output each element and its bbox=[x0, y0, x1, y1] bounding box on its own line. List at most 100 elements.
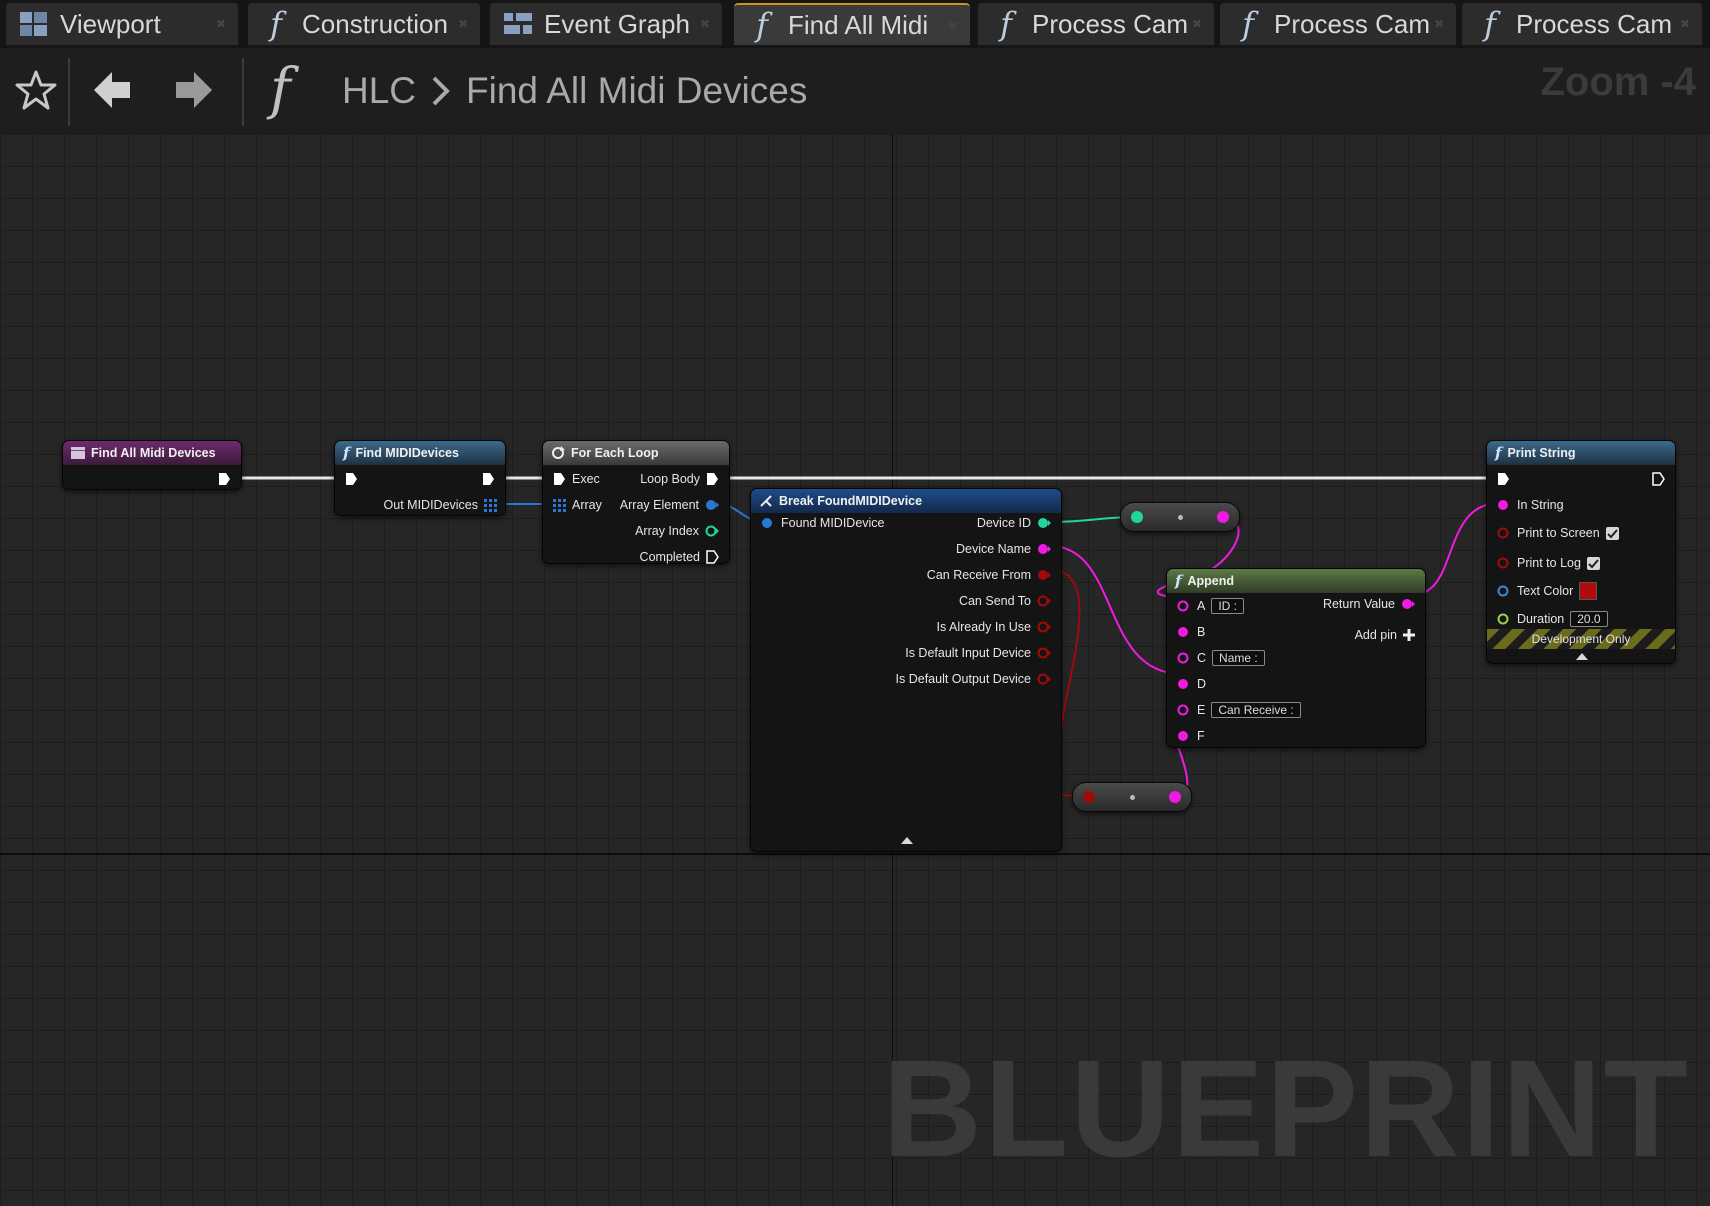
add-pin-button[interactable]: Add pin bbox=[1355, 627, 1415, 643]
exec-in-pin[interactable] bbox=[1497, 471, 1510, 487]
blueprint-graph-canvas[interactable]: BLUEPRINT Find All Midi Devices f Find M… bbox=[0, 134, 1710, 1206]
node-for-each-loop[interactable]: For Each Loop Exec Array Loop Body Array… bbox=[542, 440, 730, 564]
pin-label: Completed bbox=[639, 550, 700, 564]
text-color-swatch[interactable] bbox=[1579, 582, 1598, 600]
text-color-pin[interactable]: Text Color bbox=[1497, 582, 1598, 600]
node-function-entry[interactable]: Find All Midi Devices bbox=[62, 440, 242, 490]
node-title: Find MIDIDevices bbox=[355, 446, 459, 460]
close-icon[interactable]: ✖ bbox=[1434, 17, 1444, 31]
node-header[interactable]: f Print String bbox=[1487, 441, 1675, 465]
chevron-right-icon bbox=[432, 76, 450, 106]
is-default-input-device-pin[interactable]: Is Default Input Device bbox=[905, 645, 1051, 661]
node-append[interactable]: f Append A ID : B C Name : D E Can Recei… bbox=[1166, 568, 1426, 748]
array-index-pin[interactable]: Array Index bbox=[635, 523, 719, 539]
expand-pins-arrow-icon[interactable] bbox=[1576, 653, 1588, 660]
array-element-pin[interactable]: Array Element bbox=[620, 497, 719, 513]
print-to-log-checkbox[interactable] bbox=[1586, 556, 1600, 570]
function-icon: f bbox=[1242, 5, 1254, 43]
print-to-screen-checkbox[interactable] bbox=[1605, 526, 1619, 540]
append-e-value-field[interactable]: Can Receive : bbox=[1211, 702, 1301, 718]
pin-label: D bbox=[1197, 677, 1207, 691]
out-midi-devices-pin[interactable]: Out MIDIDevices bbox=[384, 497, 497, 513]
append-pin-a[interactable]: A ID : bbox=[1177, 598, 1245, 614]
pin-label: Array bbox=[572, 498, 602, 512]
print-to-screen-pin[interactable]: Print to Screen bbox=[1497, 525, 1619, 541]
array-in-pin[interactable]: Array bbox=[553, 497, 602, 513]
boolean-pin-icon[interactable] bbox=[1083, 791, 1095, 803]
back-arrow-icon[interactable] bbox=[92, 68, 132, 112]
graph-toolbar: f HLC Find All Midi Devices Zoom -4 bbox=[0, 48, 1710, 134]
append-c-value-field[interactable]: Name : bbox=[1212, 650, 1265, 666]
string-pin-icon[interactable] bbox=[1217, 511, 1229, 523]
pin-label: Out MIDIDevices bbox=[383, 498, 478, 512]
node-break-found-midi-device[interactable]: Break FoundMIDIDevice Found MIDIDevice D… bbox=[750, 488, 1062, 852]
function-icon: f bbox=[1000, 5, 1012, 43]
append-pin-c[interactable]: C Name : bbox=[1177, 650, 1265, 666]
star-icon[interactable] bbox=[14, 68, 58, 112]
exec-out-pin[interactable] bbox=[218, 471, 231, 487]
array-pin-icon bbox=[553, 498, 566, 512]
append-pin-f[interactable]: F bbox=[1177, 728, 1205, 744]
exec-out-pin[interactable] bbox=[482, 471, 495, 487]
collapse-pins-arrow-icon[interactable] bbox=[901, 837, 913, 844]
checkmark-icon bbox=[1606, 528, 1618, 538]
in-string-pin[interactable]: In String bbox=[1497, 497, 1564, 513]
append-pin-b[interactable]: B bbox=[1177, 624, 1205, 640]
tab-process-cam-1[interactable]: f Process Cam ✖ bbox=[978, 3, 1214, 45]
tab-process-cam-2[interactable]: f Process Cam ✖ bbox=[1220, 3, 1456, 45]
close-icon[interactable]: ✖ bbox=[216, 17, 226, 31]
close-icon[interactable]: ✖ bbox=[948, 19, 958, 33]
duration-value-field[interactable]: 20.0 bbox=[1570, 611, 1608, 627]
reroute-conversion-node[interactable] bbox=[1072, 782, 1192, 812]
integer-pin-icon[interactable] bbox=[1131, 511, 1143, 523]
tab-find-all-midi[interactable]: f Find All Midi ✖ bbox=[734, 3, 970, 45]
reroute-dot bbox=[1178, 515, 1183, 520]
device-name-pin[interactable]: Device Name bbox=[956, 541, 1051, 557]
append-a-value-field[interactable]: ID : bbox=[1211, 598, 1245, 614]
tab-event-graph[interactable]: Event Graph ✖ bbox=[490, 3, 722, 45]
loop-body-pin[interactable]: Loop Body bbox=[640, 471, 719, 487]
node-header[interactable]: Find All Midi Devices bbox=[63, 441, 241, 465]
found-midi-device-pin[interactable]: Found MIDIDevice bbox=[761, 515, 885, 531]
pin-label: Device ID bbox=[976, 516, 1031, 530]
node-header[interactable]: For Each Loop bbox=[543, 441, 729, 465]
reroute-dot bbox=[1130, 795, 1135, 800]
tab-construction[interactable]: f Construction ✖ bbox=[248, 3, 480, 45]
exec-in-pin[interactable]: Exec bbox=[553, 471, 600, 487]
can-receive-from-pin[interactable]: Can Receive From bbox=[927, 567, 1051, 583]
struct-pin-icon bbox=[762, 518, 772, 528]
breadcrumb-parent[interactable]: HLC bbox=[342, 70, 416, 112]
node-header[interactable]: Break FoundMIDIDevice bbox=[751, 489, 1061, 513]
breadcrumb-current: Find All Midi Devices bbox=[466, 70, 808, 111]
is-already-in-use-pin[interactable]: Is Already In Use bbox=[937, 619, 1051, 635]
completed-pin[interactable]: Completed bbox=[640, 549, 719, 565]
close-icon[interactable]: ✖ bbox=[700, 17, 710, 31]
duration-pin[interactable]: Duration 20.0 bbox=[1497, 611, 1608, 627]
print-to-log-pin[interactable]: Print to Log bbox=[1497, 555, 1600, 571]
pin-label: E bbox=[1197, 703, 1206, 717]
node-title: Break FoundMIDIDevice bbox=[779, 494, 923, 508]
forward-arrow-icon[interactable] bbox=[174, 68, 214, 112]
append-pin-d[interactable]: D bbox=[1177, 676, 1206, 692]
node-header[interactable]: f Find MIDIDevices bbox=[335, 441, 505, 465]
close-icon[interactable]: ✖ bbox=[1680, 17, 1690, 31]
append-pin-e[interactable]: E Can Receive : bbox=[1177, 702, 1301, 718]
can-send-to-pin[interactable]: Can Send To bbox=[959, 593, 1051, 609]
string-pin-icon bbox=[1178, 731, 1188, 741]
is-default-output-device-pin[interactable]: Is Default Output Device bbox=[896, 671, 1051, 687]
device-id-pin[interactable]: Device ID bbox=[977, 515, 1051, 531]
function-icon: f bbox=[270, 57, 291, 122]
node-find-midi-devices[interactable]: f Find MIDIDevices Out MIDIDevices bbox=[334, 440, 506, 516]
node-print-string[interactable]: f Print String In String Print to Screen… bbox=[1486, 440, 1676, 664]
exec-in-pin[interactable] bbox=[345, 471, 358, 487]
tab-process-cam-3[interactable]: f Process Cam ✖ bbox=[1462, 3, 1702, 45]
return-value-pin[interactable]: Return Value bbox=[1323, 596, 1415, 612]
tab-viewport[interactable]: Viewport ✖ bbox=[6, 3, 238, 45]
close-icon[interactable]: ✖ bbox=[458, 17, 468, 31]
string-pin-icon[interactable] bbox=[1169, 791, 1181, 803]
reroute-conversion-node[interactable] bbox=[1120, 502, 1240, 532]
pin-label: Return Value bbox=[1322, 597, 1395, 611]
close-icon[interactable]: ✖ bbox=[1192, 17, 1202, 31]
node-header[interactable]: f Append bbox=[1167, 569, 1425, 593]
exec-out-pin[interactable] bbox=[1652, 471, 1665, 487]
